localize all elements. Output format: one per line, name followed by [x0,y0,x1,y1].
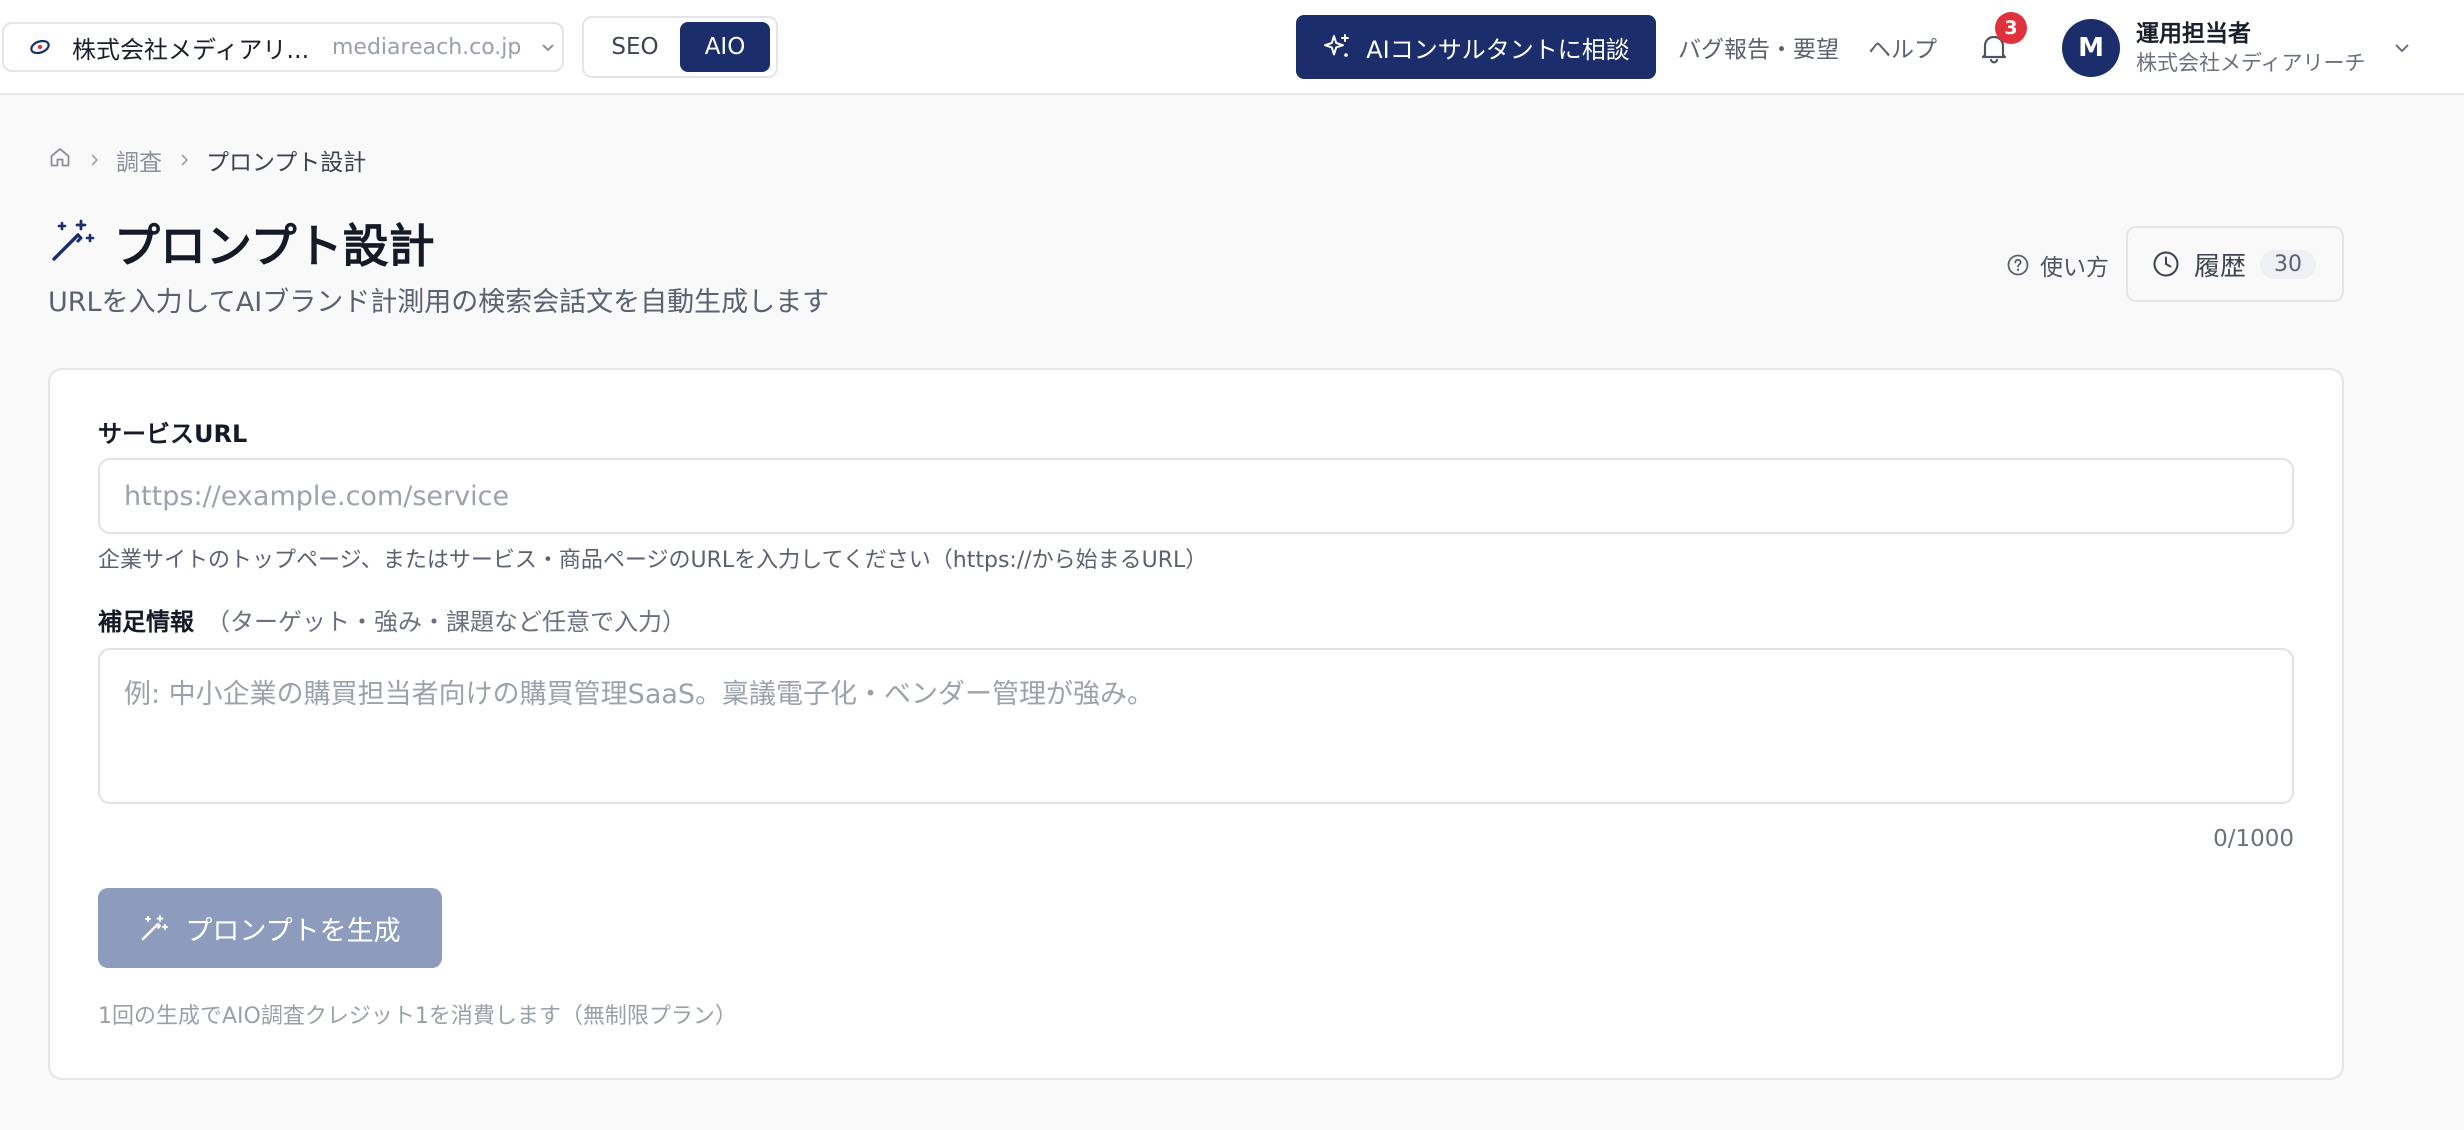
prompt-form-card: サービスURL 企業サイトのトップページ、またはサービス・商品ページのURLを入… [48,368,2344,1080]
ai-consultant-label: AIコンサルタントに相談 [1366,35,1630,64]
notification-count-badge: 3 [1995,12,2027,44]
how-to-label: 使い方 [2040,255,2109,281]
mode-aio-button[interactable]: AIO [680,22,770,72]
magic-wand-icon [48,217,96,269]
company-logo-icon [28,34,54,60]
page-subtitle: URLを入力してAIブランド計測用の検索会話文を自動生成します [48,287,830,318]
supplementary-info-title: 補足情報 [98,608,194,636]
history-button[interactable]: 履歴 30 [2126,226,2344,302]
page-title-row: プロンプト設計 [48,210,435,276]
user-org: 株式会社メディアリーチ [2136,51,2366,75]
chevron-right-icon [86,152,102,168]
page-title: プロンプト設計 [114,219,435,273]
clock-icon [2153,251,2179,277]
ai-consultant-button[interactable]: AIコンサルタントに相談 [1296,15,1656,79]
supplementary-info-label: 補足情報 （ターゲット・強み・課題など任意で入力） [98,602,686,637]
supplementary-info-textarea[interactable] [98,648,2294,804]
breadcrumb: 調査 プロンプト設計 [48,144,366,176]
user-menu[interactable]: M 運用担当者 株式会社メディアリーチ [2062,18,2422,78]
user-info: 運用担当者 株式会社メディアリーチ [2136,19,2366,77]
service-url-input[interactable] [98,458,2294,534]
magic-wand-icon [142,915,169,941]
breadcrumb-item-survey[interactable]: 調査 [116,143,162,177]
supplementary-info-hint: （ターゲット・強み・課題など任意で入力） [206,608,686,636]
breadcrumb-item-current: プロンプト設計 [206,150,367,176]
mode-toggle: SEO AIO [582,16,778,78]
chevron-down-icon [539,37,559,57]
generate-prompt-label: プロンプトを生成 [185,915,401,947]
service-url-label: サービスURL [98,420,248,448]
help-link[interactable]: ヘルプ [1868,30,1937,64]
credit-usage-note: 1回の生成でAIO調査クレジット1を消費します（無制限プラン） [98,1004,737,1029]
generate-prompt-button[interactable]: プロンプトを生成 [98,888,442,968]
chevron-right-icon [176,152,192,168]
history-count-badge: 30 [2260,249,2317,279]
company-selector[interactable]: 株式会社メディアリ... mediareach.co.jp [2,22,564,72]
company-domain: mediareach.co.jp [332,34,522,60]
mode-seo-button[interactable]: SEO [590,22,680,72]
feedback-link[interactable]: バグ報告・要望 [1678,30,1839,64]
history-label: 履歴 [2194,251,2247,282]
chevron-down-icon [2392,38,2412,62]
service-url-help: 企業サイトのトップページ、またはサービス・商品ページのURLを入力してください（… [98,548,1208,573]
how-to-link[interactable]: 使い方 [2006,248,2109,282]
avatar: M [2062,19,2120,77]
sparkles-icon [1324,34,1350,57]
home-icon[interactable] [48,145,72,175]
character-count: 0/1000 [2213,826,2294,852]
help-circle-icon [2007,254,2029,276]
company-name: 株式会社メディアリ... [72,35,308,64]
top-header: 株式会社メディアリ... mediareach.co.jp SEO AIO AI… [0,0,2464,95]
user-name: 運用担当者 [2136,21,2251,47]
